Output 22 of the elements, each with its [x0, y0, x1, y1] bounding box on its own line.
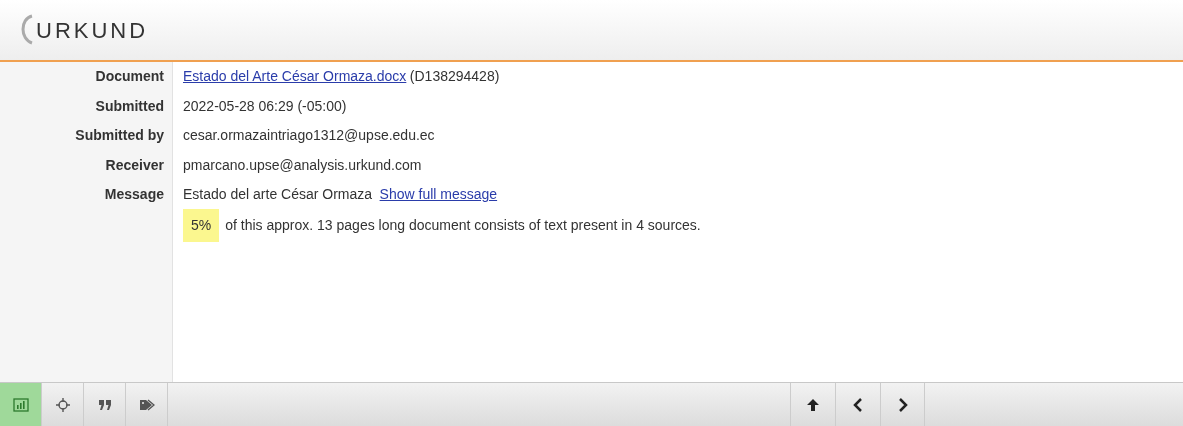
link[interactable]: Show full message — [379, 184, 498, 206]
field-value: pmarcano.upse@analysis.urkund.com — [183, 155, 422, 175]
field-label: Message — [104, 185, 164, 205]
up-arrow-icon — [805, 397, 821, 412]
link[interactable]: Estado del Arte César Ormaza.docx — [183, 66, 407, 88]
bar-chart-icon — [12, 397, 29, 412]
tag-icon — [138, 397, 155, 412]
quote-icon — [96, 397, 113, 412]
field-label: Submitted — [95, 96, 164, 116]
field-value: Estado del arte César Ormaza — [183, 185, 373, 205]
field-label: Receiver — [105, 155, 164, 175]
field-label: Document — [95, 67, 164, 87]
field-value: cesar.ormazaintriago1312@upse.edu.ec — [183, 126, 435, 146]
field-value: 2022-05-28 06:29 (-05:00) — [183, 96, 347, 116]
crosshair-icon — [54, 397, 71, 412]
next-button[interactable] — [880, 383, 925, 426]
field-label: Submitted by — [75, 126, 164, 146]
logo-text: URKUND — [36, 16, 149, 45]
percent-badge: 5% — [183, 208, 220, 242]
summary-text: of this approx. 13 pages long document consists of text present in 4 sources. — [225, 215, 701, 235]
overview-button[interactable] — [0, 383, 42, 426]
document-id: (D138294428) — [409, 67, 500, 87]
